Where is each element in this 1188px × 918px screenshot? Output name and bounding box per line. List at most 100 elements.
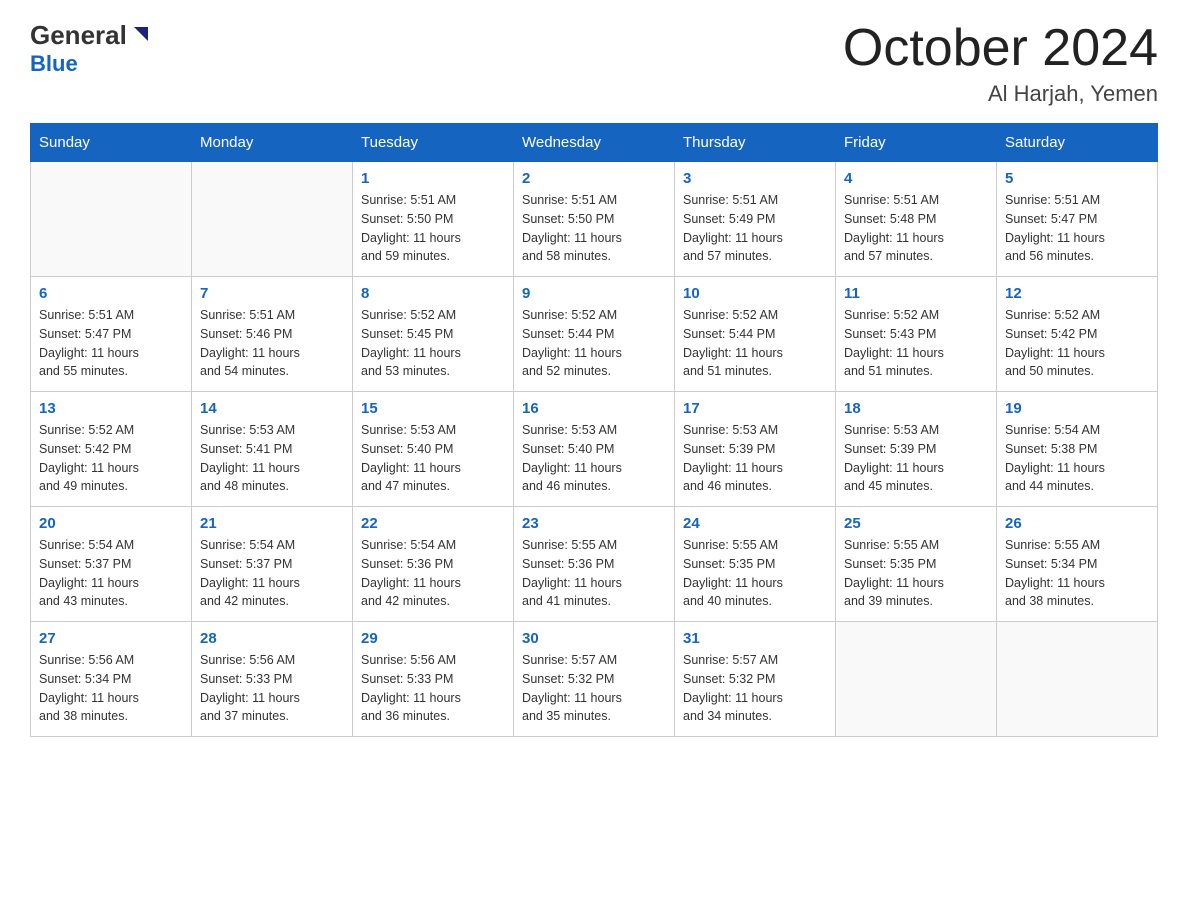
- header: General Blue October 2024 Al Harjah, Yem…: [30, 20, 1158, 107]
- day-number: 16: [522, 400, 666, 417]
- day-info: Sunrise: 5:56 AM Sunset: 5:33 PM Dayligh…: [200, 651, 344, 726]
- calendar-day-cell: 17 Sunrise: 5:53 AM Sunset: 5:39 PM Dayli…: [675, 392, 836, 507]
- calendar-day-cell: [192, 162, 353, 277]
- day-info: Sunrise: 5:51 AM Sunset: 5:47 PM Dayligh…: [1005, 191, 1149, 266]
- calendar-day-cell: 2 Sunrise: 5:51 AM Sunset: 5:50 PM Daylig…: [514, 162, 675, 277]
- day-number: 26: [1005, 515, 1149, 532]
- day-info: Sunrise: 5:53 AM Sunset: 5:40 PM Dayligh…: [361, 421, 505, 496]
- day-number: 2: [522, 170, 666, 187]
- calendar-day-cell: 22 Sunrise: 5:54 AM Sunset: 5:36 PM Dayli…: [353, 507, 514, 622]
- day-number: 12: [1005, 285, 1149, 302]
- day-info: Sunrise: 5:51 AM Sunset: 5:46 PM Dayligh…: [200, 306, 344, 381]
- day-number: 17: [683, 400, 827, 417]
- calendar-day-cell: 31Sunrise: 5:57 AM Sunset: 5:32 PM Dayli…: [675, 622, 836, 737]
- calendar-table: SundayMondayTuesdayWednesdayThursdayFrid…: [30, 123, 1158, 737]
- calendar-day-cell: [836, 622, 997, 737]
- day-info: Sunrise: 5:53 AM Sunset: 5:40 PM Dayligh…: [522, 421, 666, 496]
- calendar-day-cell: 19 Sunrise: 5:54 AM Sunset: 5:38 PM Dayli…: [997, 392, 1158, 507]
- day-info: Sunrise: 5:55 AM Sunset: 5:35 PM Dayligh…: [683, 536, 827, 611]
- title-area: October 2024 Al Harjah, Yemen: [843, 20, 1158, 107]
- day-info: Sunrise: 5:52 AM Sunset: 5:42 PM Dayligh…: [1005, 306, 1149, 381]
- day-number: 13: [39, 400, 183, 417]
- calendar-day-cell: 3 Sunrise: 5:51 AM Sunset: 5:49 PM Daylig…: [675, 162, 836, 277]
- day-info: Sunrise: 5:52 AM Sunset: 5:43 PM Dayligh…: [844, 306, 988, 381]
- logo-triangle-icon: [130, 25, 148, 48]
- day-info: Sunrise: 5:51 AM Sunset: 5:48 PM Dayligh…: [844, 191, 988, 266]
- day-info: Sunrise: 5:51 AM Sunset: 5:49 PM Dayligh…: [683, 191, 827, 266]
- calendar-day-cell: 6 Sunrise: 5:51 AM Sunset: 5:47 PM Daylig…: [31, 277, 192, 392]
- day-number: 25: [844, 515, 988, 532]
- calendar-week-row: 20 Sunrise: 5:54 AM Sunset: 5:37 PM Dayli…: [31, 507, 1158, 622]
- day-number: 5: [1005, 170, 1149, 187]
- calendar-header-day: Sunday: [31, 124, 192, 162]
- day-info: Sunrise: 5:56 AM Sunset: 5:33 PM Dayligh…: [361, 651, 505, 726]
- day-number: 6: [39, 285, 183, 302]
- day-number: 21: [200, 515, 344, 532]
- calendar-day-cell: 4 Sunrise: 5:51 AM Sunset: 5:48 PM Daylig…: [836, 162, 997, 277]
- day-number: 24: [683, 515, 827, 532]
- day-info: Sunrise: 5:52 AM Sunset: 5:45 PM Dayligh…: [361, 306, 505, 381]
- calendar-week-row: 13 Sunrise: 5:52 AM Sunset: 5:42 PM Dayli…: [31, 392, 1158, 507]
- day-info: Sunrise: 5:51 AM Sunset: 5:50 PM Dayligh…: [522, 191, 666, 266]
- day-info: Sunrise: 5:55 AM Sunset: 5:35 PM Dayligh…: [844, 536, 988, 611]
- calendar-header-day: Tuesday: [353, 124, 514, 162]
- logo-blue: Blue: [30, 51, 78, 77]
- calendar-header-day: Saturday: [997, 124, 1158, 162]
- day-number: 28: [200, 630, 344, 647]
- day-number: 11: [844, 285, 988, 302]
- day-info: Sunrise: 5:54 AM Sunset: 5:38 PM Dayligh…: [1005, 421, 1149, 496]
- day-number: 29: [361, 630, 505, 647]
- calendar-day-cell: 25 Sunrise: 5:55 AM Sunset: 5:35 PM Dayli…: [836, 507, 997, 622]
- calendar-header-day: Friday: [836, 124, 997, 162]
- calendar-day-cell: 12 Sunrise: 5:52 AM Sunset: 5:42 PM Dayli…: [997, 277, 1158, 392]
- calendar-day-cell: 10 Sunrise: 5:52 AM Sunset: 5:44 PM Dayli…: [675, 277, 836, 392]
- day-number: 15: [361, 400, 505, 417]
- calendar-day-cell: 28 Sunrise: 5:56 AM Sunset: 5:33 PM Dayli…: [192, 622, 353, 737]
- day-info: Sunrise: 5:53 AM Sunset: 5:39 PM Dayligh…: [844, 421, 988, 496]
- day-number: 3: [683, 170, 827, 187]
- day-number: 8: [361, 285, 505, 302]
- logo-general: General: [30, 20, 127, 51]
- calendar-day-cell: 23 Sunrise: 5:55 AM Sunset: 5:36 PM Dayli…: [514, 507, 675, 622]
- calendar-header-row: SundayMondayTuesdayWednesdayThursdayFrid…: [31, 124, 1158, 162]
- calendar-day-cell: 21 Sunrise: 5:54 AM Sunset: 5:37 PM Dayli…: [192, 507, 353, 622]
- calendar-day-cell: 14 Sunrise: 5:53 AM Sunset: 5:41 PM Dayli…: [192, 392, 353, 507]
- day-info: Sunrise: 5:54 AM Sunset: 5:36 PM Dayligh…: [361, 536, 505, 611]
- day-number: 7: [200, 285, 344, 302]
- day-info: Sunrise: 5:57 AM Sunset: 5:32 PM Dayligh…: [683, 651, 827, 726]
- day-info: Sunrise: 5:53 AM Sunset: 5:41 PM Dayligh…: [200, 421, 344, 496]
- day-info: Sunrise: 5:52 AM Sunset: 5:42 PM Dayligh…: [39, 421, 183, 496]
- day-info: Sunrise: 5:52 AM Sunset: 5:44 PM Dayligh…: [683, 306, 827, 381]
- day-number: 14: [200, 400, 344, 417]
- calendar-day-cell: 7 Sunrise: 5:51 AM Sunset: 5:46 PM Daylig…: [192, 277, 353, 392]
- logo: General Blue: [30, 20, 148, 77]
- calendar-day-cell: 11 Sunrise: 5:52 AM Sunset: 5:43 PM Dayli…: [836, 277, 997, 392]
- calendar-day-cell: 16 Sunrise: 5:53 AM Sunset: 5:40 PM Dayli…: [514, 392, 675, 507]
- day-number: 27: [39, 630, 183, 647]
- day-info: Sunrise: 5:52 AM Sunset: 5:44 PM Dayligh…: [522, 306, 666, 381]
- day-info: Sunrise: 5:55 AM Sunset: 5:34 PM Dayligh…: [1005, 536, 1149, 611]
- calendar-day-cell: 18Sunrise: 5:53 AM Sunset: 5:39 PM Dayli…: [836, 392, 997, 507]
- day-number: 4: [844, 170, 988, 187]
- day-info: Sunrise: 5:51 AM Sunset: 5:47 PM Dayligh…: [39, 306, 183, 381]
- day-number: 30: [522, 630, 666, 647]
- calendar-day-cell: 30Sunrise: 5:57 AM Sunset: 5:32 PM Dayli…: [514, 622, 675, 737]
- day-number: 22: [361, 515, 505, 532]
- day-number: 10: [683, 285, 827, 302]
- day-info: Sunrise: 5:55 AM Sunset: 5:36 PM Dayligh…: [522, 536, 666, 611]
- day-number: 20: [39, 515, 183, 532]
- day-number: 23: [522, 515, 666, 532]
- day-info: Sunrise: 5:51 AM Sunset: 5:50 PM Dayligh…: [361, 191, 505, 266]
- day-info: Sunrise: 5:53 AM Sunset: 5:39 PM Dayligh…: [683, 421, 827, 496]
- calendar-day-cell: 20Sunrise: 5:54 AM Sunset: 5:37 PM Dayli…: [31, 507, 192, 622]
- calendar-day-cell: [31, 162, 192, 277]
- calendar-week-row: 6 Sunrise: 5:51 AM Sunset: 5:47 PM Daylig…: [31, 277, 1158, 392]
- day-number: 1: [361, 170, 505, 187]
- calendar-week-row: 27 Sunrise: 5:56 AM Sunset: 5:34 PM Dayli…: [31, 622, 1158, 737]
- day-info: Sunrise: 5:56 AM Sunset: 5:34 PM Dayligh…: [39, 651, 183, 726]
- calendar-day-cell: 24 Sunrise: 5:55 AM Sunset: 5:35 PM Dayli…: [675, 507, 836, 622]
- calendar-week-row: 1 Sunrise: 5:51 AM Sunset: 5:50 PM Daylig…: [31, 162, 1158, 277]
- day-number: 9: [522, 285, 666, 302]
- day-number: 19: [1005, 400, 1149, 417]
- day-info: Sunrise: 5:54 AM Sunset: 5:37 PM Dayligh…: [200, 536, 344, 611]
